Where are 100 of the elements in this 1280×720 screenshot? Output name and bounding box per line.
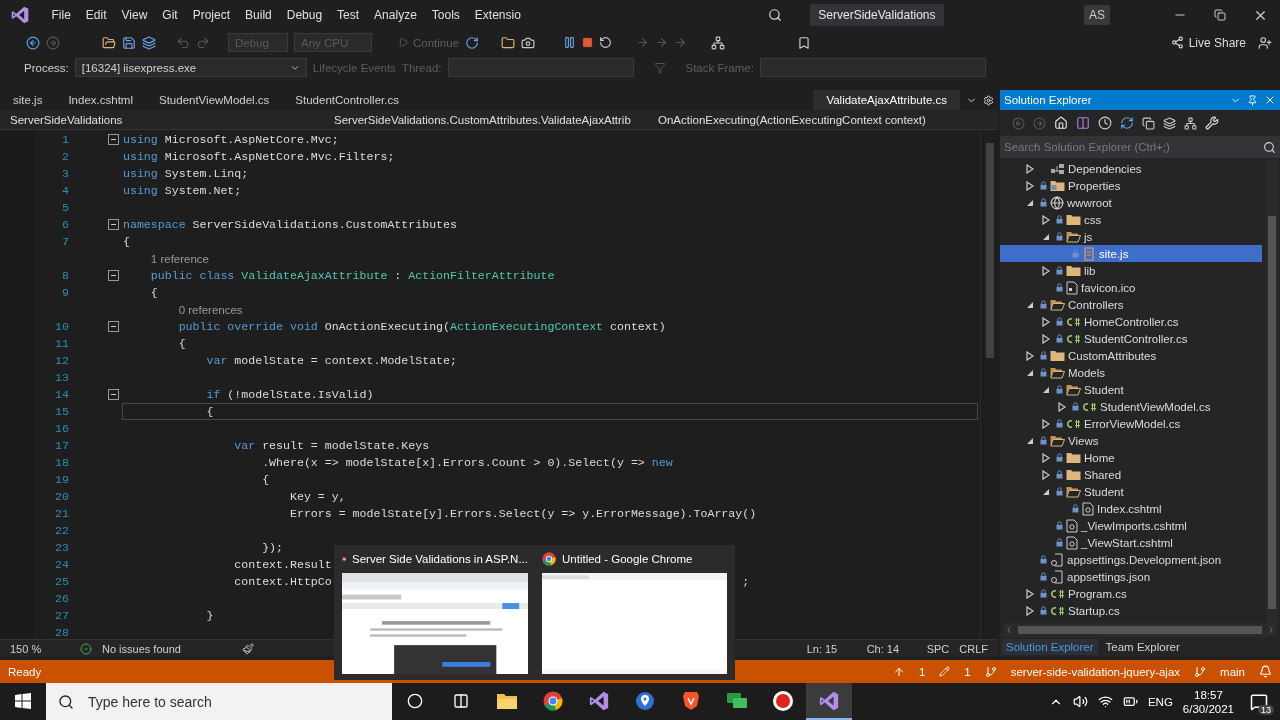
file-tab[interactable]: StudentController.cs bbox=[282, 90, 412, 110]
tree-item[interactable]: ErrorViewModel.cs bbox=[1000, 415, 1262, 432]
save-icon[interactable] bbox=[122, 35, 136, 50]
repository-name[interactable]: server-side-validation-jquery-ajax bbox=[1010, 665, 1181, 678]
tree-item[interactable]: HomeController.cs bbox=[1000, 313, 1262, 330]
changes-count[interactable]: 1 bbox=[964, 665, 971, 678]
panel-tab[interactable]: Solution Explorer bbox=[1002, 639, 1098, 655]
tree-item[interactable]: Home bbox=[1000, 449, 1262, 466]
restart-icon[interactable] bbox=[599, 36, 613, 49]
collapse-icon[interactable] bbox=[108, 134, 119, 145]
user-avatar[interactable]: AS bbox=[1084, 5, 1110, 25]
collapsed-arrow-icon[interactable] bbox=[1058, 401, 1066, 412]
branch-name[interactable]: main bbox=[1220, 665, 1245, 678]
expanded-arrow-icon[interactable] bbox=[1026, 368, 1034, 377]
folder-icon[interactable] bbox=[496, 691, 518, 710]
location-pin-icon[interactable] bbox=[635, 690, 655, 711]
scroll-right-icon[interactable] bbox=[1266, 625, 1276, 635]
stop-icon[interactable] bbox=[582, 37, 594, 48]
tree-item[interactable]: Program.cs bbox=[1000, 585, 1262, 602]
type-dropdown[interactable]: ServerSideValidations.CustomAttributes.ValidateAjaxAttrib bbox=[334, 113, 654, 126]
preview-title[interactable]: Untitled - Google Chrome bbox=[562, 553, 693, 565]
menu-item[interactable]: Build bbox=[237, 8, 280, 22]
tree-item[interactable]: Student bbox=[1000, 381, 1262, 398]
project-dropdown[interactable]: ServerSideValidations bbox=[10, 113, 330, 126]
tree-item[interactable]: Index.cshtml bbox=[1000, 500, 1262, 517]
visual-studio-icon[interactable] bbox=[588, 689, 610, 712]
tree-icon[interactable] bbox=[1184, 116, 1197, 130]
wifi-icon[interactable] bbox=[1097, 694, 1113, 709]
battery-icon[interactable] bbox=[1122, 694, 1138, 709]
clock-date[interactable]: 6/30/2021 bbox=[1182, 701, 1234, 716]
sync-icon[interactable] bbox=[1120, 116, 1134, 130]
scroll-left-icon[interactable] bbox=[1004, 625, 1014, 635]
collapsed-arrow-icon[interactable] bbox=[1026, 350, 1034, 361]
pause-icon[interactable] bbox=[563, 36, 577, 49]
file-tab[interactable]: StudentViewModel.cs bbox=[145, 90, 283, 110]
preview-title[interactable]: Server Side Validations in ASP.N... bbox=[352, 553, 528, 565]
pencil-icon[interactable] bbox=[939, 666, 951, 677]
collapsed-arrow-icon[interactable] bbox=[1026, 605, 1034, 616]
panel-tab[interactable]: Team Explorer bbox=[1101, 639, 1184, 655]
collapsed-arrow-icon[interactable] bbox=[1042, 418, 1050, 429]
expanded-arrow-icon[interactable] bbox=[1026, 300, 1034, 309]
tree-item[interactable]: _ViewImports.cshtml bbox=[1000, 517, 1262, 534]
menu-item[interactable]: Git bbox=[154, 8, 186, 22]
properties-icon[interactable] bbox=[1205, 116, 1219, 130]
collapsed-arrow-icon[interactable] bbox=[1042, 469, 1050, 480]
collapse-icon[interactable] bbox=[108, 389, 119, 400]
restore-icon[interactable] bbox=[1214, 9, 1226, 21]
close-icon[interactable] bbox=[1264, 94, 1276, 106]
bookmark-icon[interactable] bbox=[797, 35, 812, 50]
clock-time[interactable]: 18:57 bbox=[1194, 687, 1223, 702]
menu-item[interactable]: Tools bbox=[424, 8, 468, 22]
taskbar-search-box[interactable]: Type here to search bbox=[46, 683, 392, 720]
tree-item[interactable]: Properties bbox=[1000, 177, 1262, 194]
collapsed-arrow-icon[interactable] bbox=[1042, 265, 1050, 276]
tree-item[interactable]: Shared bbox=[1000, 466, 1262, 483]
tree-item[interactable]: Student bbox=[1000, 483, 1262, 500]
search-input[interactable]: Type here to search bbox=[86, 692, 346, 711]
shield-icon[interactable] bbox=[682, 690, 700, 711]
visual-studio-icon[interactable] bbox=[818, 689, 840, 712]
tree-item[interactable]: appsettings.json bbox=[1000, 568, 1262, 585]
chat-icon[interactable] bbox=[726, 690, 748, 711]
menu-item[interactable]: Debug bbox=[279, 8, 330, 22]
history-icon[interactable] bbox=[1098, 116, 1112, 130]
language-indicator[interactable]: ENG bbox=[1147, 695, 1173, 708]
record-icon[interactable] bbox=[772, 689, 794, 712]
tree-item[interactable]: StudentController.cs bbox=[1000, 330, 1262, 347]
volume-icon[interactable] bbox=[1072, 694, 1088, 709]
brush-icon[interactable] bbox=[242, 642, 254, 655]
menu-item[interactable]: View bbox=[114, 8, 155, 22]
tree-item[interactable]: appsettings.Development.json bbox=[1000, 551, 1262, 568]
menu-item[interactable]: Project bbox=[185, 8, 238, 22]
cortana-icon[interactable] bbox=[407, 692, 423, 709]
menu-item[interactable]: Edit bbox=[78, 8, 115, 22]
collapse-icon[interactable] bbox=[108, 270, 119, 281]
menu-item[interactable]: Extensio bbox=[467, 8, 529, 22]
tree-item[interactable]: wwwroot bbox=[1000, 194, 1262, 211]
collapse-icon[interactable] bbox=[108, 219, 119, 230]
notifications-icon[interactable] bbox=[1259, 665, 1272, 678]
process-dropdown[interactable]: [16324] iisexpress.exe bbox=[74, 58, 307, 77]
tree-item[interactable]: lib bbox=[1000, 262, 1262, 279]
tree-item[interactable]: Controllers bbox=[1000, 296, 1262, 313]
tree-item[interactable]: js bbox=[1000, 228, 1262, 245]
collapsed-arrow-icon[interactable] bbox=[1042, 452, 1050, 463]
reference-count-link[interactable]: 0 references bbox=[178, 303, 243, 316]
expanded-arrow-icon[interactable] bbox=[1042, 385, 1050, 394]
camera-icon[interactable] bbox=[521, 35, 536, 50]
task-view-icon[interactable] bbox=[453, 692, 469, 709]
tree-item[interactable]: Startup.cs bbox=[1000, 602, 1262, 619]
tree-item[interactable]: _ViewStart.cshtml bbox=[1000, 534, 1262, 551]
zoom-dropdown[interactable]: 150 % bbox=[10, 642, 70, 655]
collapsed-arrow-icon[interactable] bbox=[1042, 214, 1050, 225]
collapsed-arrow-icon[interactable] bbox=[1026, 588, 1034, 599]
collapsed-arrow-icon[interactable] bbox=[1026, 180, 1034, 191]
search-input[interactable]: Search Solution Explorer (Ctrl+;) bbox=[1004, 141, 1244, 153]
expanded-arrow-icon[interactable] bbox=[1026, 198, 1034, 207]
open-folder-icon[interactable] bbox=[102, 35, 116, 50]
collapsed-arrow-icon[interactable] bbox=[1042, 316, 1050, 327]
menu-item[interactable]: Analyze bbox=[366, 8, 425, 22]
expanded-arrow-icon[interactable] bbox=[1042, 232, 1050, 241]
file-tab[interactable]: ValidateAjaxAttribute.cs bbox=[813, 90, 960, 110]
